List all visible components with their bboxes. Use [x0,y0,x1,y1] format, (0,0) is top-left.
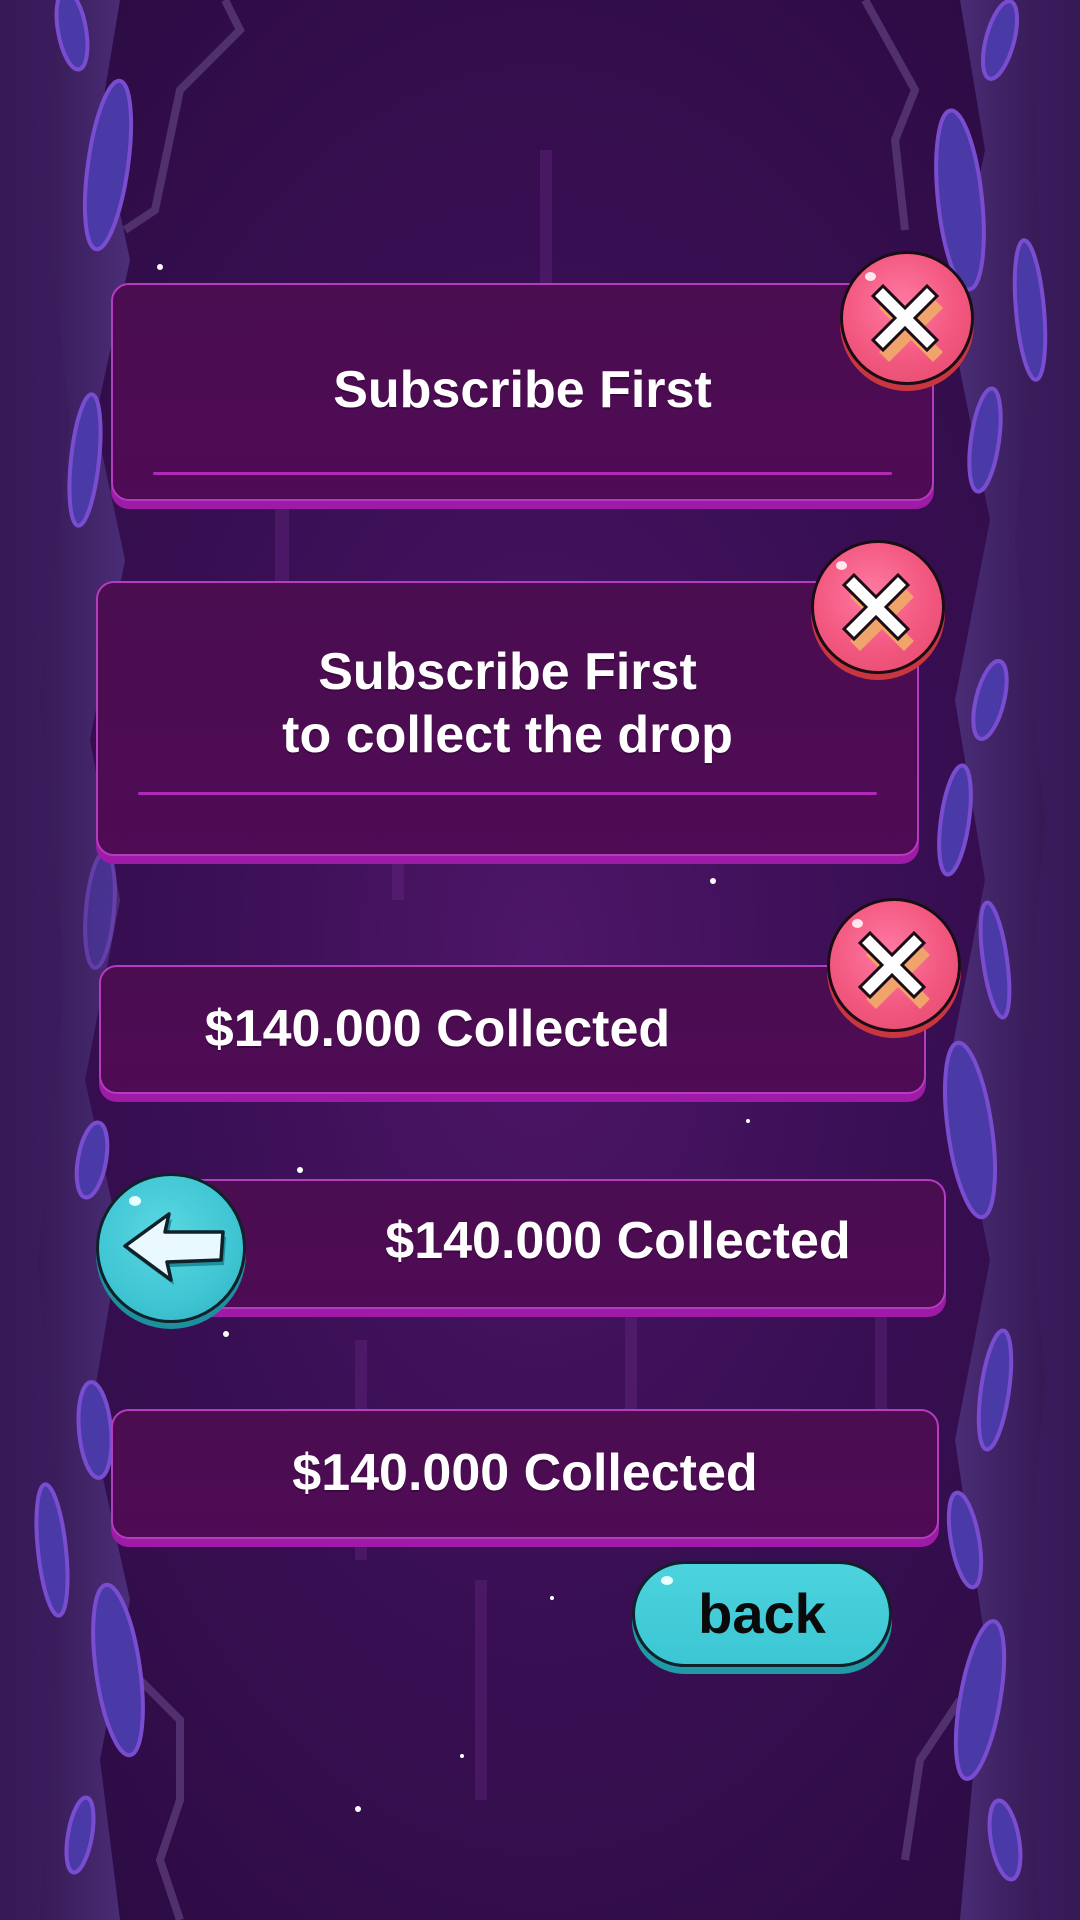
panel-text: $140.000 Collected [385,1212,851,1270]
collected-panel-3: $140.000 Collected [111,1409,939,1539]
close-button-3[interactable] [827,898,961,1032]
panel-divider [138,792,877,795]
panel-text: $140.000 Collected [204,1000,671,1058]
close-icon [857,930,930,1009]
subscribe-panel-2: Subscribe First to collect the drop [96,581,919,856]
collected-panel-1: $140.000 Collected [99,965,926,1094]
panel-text-line1: Subscribe First [318,643,697,701]
panel-divider [153,472,892,475]
panel-text-line2: to collect the drop [282,706,733,764]
close-icon [841,572,914,651]
close-button-2[interactable] [811,540,945,674]
collected-panel-2: $140.000 Collected [180,1179,946,1309]
panel-text: $140.000 Collected [292,1444,758,1502]
back-button-label: back [698,1582,826,1645]
back-button[interactable]: back [632,1561,892,1667]
close-icon [870,283,943,362]
close-button-1[interactable] [840,251,974,385]
arrow-back-button[interactable] [96,1173,246,1323]
panel-text: Subscribe First [333,361,712,419]
arrow-left-icon [123,1212,226,1285]
subscribe-panel-1: Subscribe First [111,283,934,501]
